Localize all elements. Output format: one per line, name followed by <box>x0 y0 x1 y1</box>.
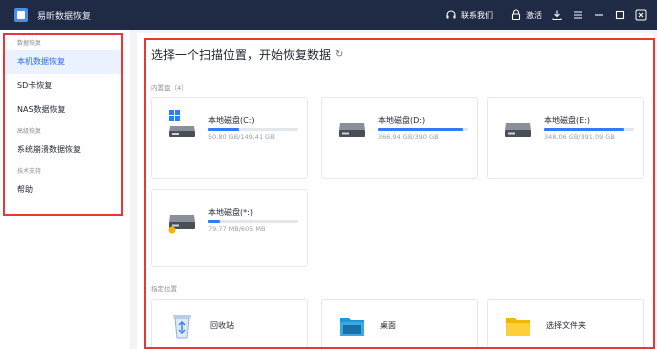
contact-us-label: 联系我们 <box>461 10 493 20</box>
sidebar-item-nas[interactable]: NAS数据恢复 <box>5 98 121 122</box>
sidebar-highlight-box: 数据恢复 本机数据恢复 SD卡恢复 NAS数据恢复 高级恢复 系统崩溃数据恢复 … <box>3 33 123 216</box>
activate-label: 激活 <box>526 10 542 20</box>
sidebar-group-advanced: 高级恢复 <box>17 128 42 135</box>
contact-us-button[interactable]: 联系我们 <box>445 9 493 21</box>
app-logo-icon <box>14 8 28 22</box>
sidebar: 数据恢复 本机数据恢复 SD卡恢复 NAS数据恢复 高级恢复 系统崩溃数据恢复 … <box>0 30 130 349</box>
app-window: 易昕数据恢复 联系我们 激活 数据恢复 本机数据恢复 SD卡恢复 NAS数据恢复… <box>0 0 657 349</box>
sidebar-item-system-crash[interactable]: 系统崩溃数据恢复 <box>5 138 121 162</box>
activate-button[interactable]: 激活 <box>510 9 542 21</box>
sidebar-group-support: 技术支持 <box>17 168 42 175</box>
sidebar-item-help[interactable]: 帮助 <box>5 178 121 202</box>
sidebar-item-sd-card[interactable]: SD卡恢复 <box>5 74 121 98</box>
maximize-icon[interactable] <box>614 9 626 21</box>
app-title: 易昕数据恢复 <box>37 11 92 22</box>
close-icon[interactable] <box>635 9 647 21</box>
main-highlight-box <box>144 38 655 349</box>
headset-icon <box>445 9 457 21</box>
sidebar-item-local-recovery[interactable]: 本机数据恢复 <box>5 50 121 74</box>
title-bar: 易昕数据恢复 联系我们 激活 <box>0 0 657 30</box>
lock-icon <box>510 9 522 21</box>
sidebar-group-data-recovery: 数据恢复 <box>17 40 42 47</box>
menu-icon[interactable] <box>572 9 584 21</box>
title-bar-actions: 联系我们 激活 <box>445 9 657 21</box>
minimize-icon[interactable] <box>593 9 605 21</box>
download-icon[interactable] <box>551 9 563 21</box>
